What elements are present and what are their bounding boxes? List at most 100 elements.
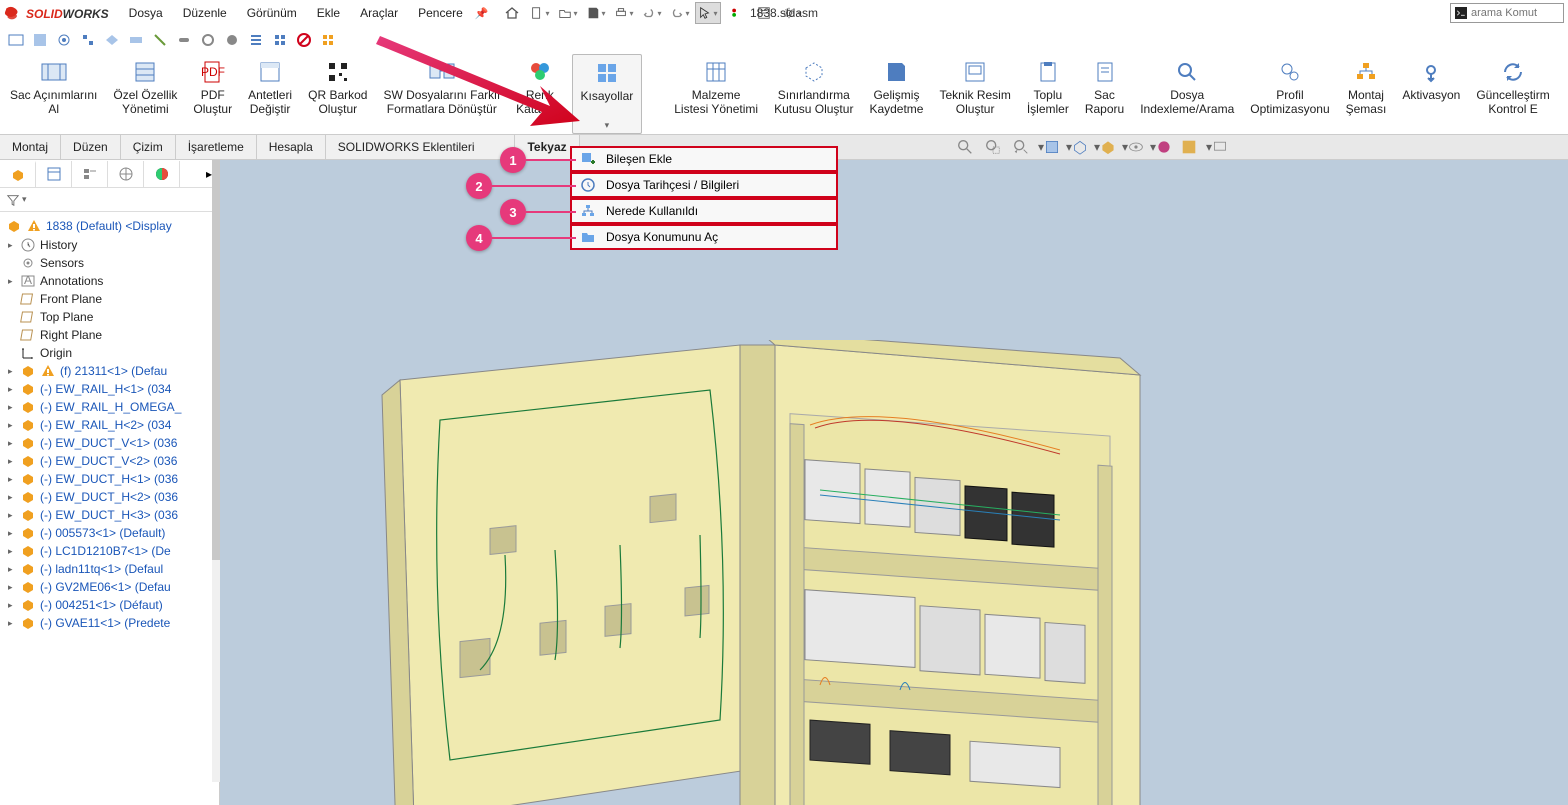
dd-dosya-tarihcsesi[interactable]: Dosya Tarihçesi / Bilgileri bbox=[570, 172, 838, 198]
tb-icon-5[interactable] bbox=[102, 30, 122, 50]
tree-component[interactable]: ▸(-) EW_DUCT_H<2> (036 bbox=[6, 488, 215, 506]
new-button[interactable] bbox=[527, 2, 553, 24]
ribbon-aktivasyon[interactable]: Aktivasyon bbox=[1394, 54, 1468, 134]
tree-component[interactable]: ▸(-) EW_DUCT_H<3> (036 bbox=[6, 506, 215, 524]
ribbon-guncelleme[interactable]: Güncelleştirm Kontrol E bbox=[1468, 54, 1557, 134]
menu-view[interactable]: Görünüm bbox=[237, 2, 307, 24]
ribbon-profil[interactable]: Profil Optimizasyonu bbox=[1242, 54, 1337, 134]
ribbon-montaj-sema[interactable]: Montaj Şeması bbox=[1338, 54, 1395, 134]
3d-viewport[interactable] bbox=[220, 160, 1568, 805]
ribbon-kisayollar[interactable]: Kısayollar▾ bbox=[572, 54, 643, 134]
select-button[interactable] bbox=[695, 2, 721, 24]
menu-edit[interactable]: Düzenle bbox=[173, 2, 237, 24]
tree-origin[interactable]: Origin bbox=[6, 344, 215, 362]
hide-show-icon[interactable]: ▾ bbox=[1122, 136, 1144, 158]
ribbon-teknik[interactable]: Teknik Resim Oluştur bbox=[931, 54, 1018, 134]
search-box[interactable] bbox=[1450, 3, 1564, 23]
tab-hesapla[interactable]: Hesapla bbox=[257, 135, 326, 159]
display-tab[interactable] bbox=[144, 161, 180, 187]
prev-view-icon[interactable] bbox=[1010, 136, 1032, 158]
tree-front-plane[interactable]: Front Plane bbox=[6, 290, 215, 308]
menu-window[interactable]: Pencere bbox=[408, 2, 473, 24]
save-button[interactable] bbox=[583, 2, 609, 24]
tb-icon-6[interactable] bbox=[126, 30, 146, 50]
property-tab[interactable] bbox=[36, 161, 72, 187]
ribbon-renk[interactable]: Renk Kataloğu bbox=[508, 54, 571, 134]
tab-montaj[interactable]: Montaj bbox=[0, 135, 61, 159]
tb-icon-1[interactable] bbox=[6, 30, 26, 50]
viewport-icon[interactable]: ▾ bbox=[1206, 136, 1228, 158]
print-button[interactable] bbox=[611, 2, 637, 24]
tab-isaretleme[interactable]: İşaretleme bbox=[176, 135, 257, 159]
pin-icon[interactable]: 📌 bbox=[475, 7, 489, 20]
tree-component[interactable]: ▸(-) EW_DUCT_V<2> (036 bbox=[6, 452, 215, 470]
tb-icon-12[interactable] bbox=[270, 30, 290, 50]
open-button[interactable] bbox=[555, 2, 581, 24]
ribbon-sac-acinim[interactable]: Sac Açınımlarını Al bbox=[2, 54, 105, 134]
tree-right-plane[interactable]: Right Plane bbox=[6, 326, 215, 344]
menu-file[interactable]: Dosya bbox=[119, 2, 173, 24]
tb-icon-13[interactable] bbox=[294, 30, 314, 50]
ribbon-antet[interactable]: Antetleri Değiştir bbox=[240, 54, 300, 134]
tb-icon-10[interactable] bbox=[222, 30, 242, 50]
ribbon-toplu[interactable]: Toplu İşlemler bbox=[1019, 54, 1077, 134]
traffic-light-icon[interactable] bbox=[723, 2, 749, 24]
tb-icon-7[interactable] bbox=[150, 30, 170, 50]
ribbon-gelismis[interactable]: Gelişmiş Kaydetme bbox=[861, 54, 931, 134]
feature-tree-tab[interactable] bbox=[0, 161, 36, 187]
redo-button[interactable] bbox=[667, 2, 693, 24]
config-tab[interactable] bbox=[72, 161, 108, 187]
tree-component[interactable]: ▸(-) EW_DUCT_H<1> (036 bbox=[6, 470, 215, 488]
tree-annotations[interactable]: ▸AAnnotations bbox=[6, 272, 215, 290]
tb-icon-4[interactable] bbox=[78, 30, 98, 50]
appearance-icon[interactable]: ▾ bbox=[1150, 136, 1172, 158]
view-orient-icon[interactable]: ▾ bbox=[1066, 136, 1088, 158]
zoom-area-icon[interactable] bbox=[982, 136, 1004, 158]
ribbon-ozel-ozellik[interactable]: Özel Özellik Yönetimi bbox=[105, 54, 185, 134]
tree-component[interactable]: ▸(-) 004251<1> (Défaut) bbox=[6, 596, 215, 614]
tree-history[interactable]: ▸History bbox=[6, 236, 215, 254]
section-icon[interactable]: ▾ bbox=[1038, 136, 1060, 158]
tb-icon-8[interactable] bbox=[174, 30, 194, 50]
ribbon-qr[interactable]: QR Barkod Oluştur bbox=[300, 54, 375, 134]
tree-component[interactable]: ▸(-) GV2ME06<1> (Defau bbox=[6, 578, 215, 596]
menu-tools[interactable]: Araçlar bbox=[350, 2, 408, 24]
tab-duzen[interactable]: Düzen bbox=[61, 135, 121, 159]
tb-icon-9[interactable] bbox=[198, 30, 218, 50]
tb-icon-14[interactable] bbox=[318, 30, 338, 50]
dd-dosya-konumu[interactable]: Dosya Konumunu Aç bbox=[570, 224, 838, 250]
display-style-icon[interactable]: ▾ bbox=[1094, 136, 1116, 158]
search-input[interactable] bbox=[1471, 7, 1559, 19]
tree-component[interactable]: ▸(-) 005573<1> (Default) bbox=[6, 524, 215, 542]
tab-cizim[interactable]: Çizim bbox=[121, 135, 176, 159]
undo-button[interactable] bbox=[639, 2, 665, 24]
ribbon-sinirlandirma[interactable]: Sınırlandırma Kutusu Oluştur bbox=[766, 54, 861, 134]
dd-nerede-kullanildi[interactable]: Nerede Kullanıldı bbox=[570, 198, 838, 224]
ribbon-sac-raporu[interactable]: Sac Raporu bbox=[1077, 54, 1132, 134]
tree-component[interactable]: ▸(-) EW_RAIL_H<1> (034 bbox=[6, 380, 215, 398]
menu-insert[interactable]: Ekle bbox=[307, 2, 350, 24]
tree-component[interactable]: ▸(-) EW_RAIL_H<2> (034 bbox=[6, 416, 215, 434]
tree-component[interactable]: ▸(f) 21311<1> (Defau bbox=[6, 362, 215, 380]
dimxpert-tab[interactable] bbox=[108, 161, 144, 187]
ribbon-malzeme[interactable]: Malzeme Listesi Yönetimi bbox=[666, 54, 766, 134]
tree-sensors[interactable]: Sensors bbox=[6, 254, 215, 272]
scene-icon[interactable] bbox=[1178, 136, 1200, 158]
ribbon-pdf[interactable]: PDFPDF Oluştur bbox=[185, 54, 240, 134]
tree-component[interactable]: ▸(-) EW_RAIL_H_OMEGA_ bbox=[6, 398, 215, 416]
tb-icon-3[interactable] bbox=[54, 30, 74, 50]
tree-root-item[interactable]: 1838 (Default) <Display bbox=[4, 216, 215, 236]
tb-icon-2[interactable] bbox=[30, 30, 50, 50]
tab-eklentiler[interactable]: SOLIDWORKS Eklentileri bbox=[326, 135, 516, 159]
filter-row[interactable]: ▾ bbox=[0, 188, 219, 212]
tb-icon-11[interactable] bbox=[246, 30, 266, 50]
ribbon-sw-dosya[interactable]: SW Dosyalarını Farklı Formatlara Dönüştü… bbox=[375, 54, 508, 134]
zoom-fit-icon[interactable] bbox=[954, 136, 976, 158]
home-button[interactable] bbox=[499, 2, 525, 24]
dd-bilesen-ekle[interactable]: Bileşen Ekle bbox=[570, 146, 838, 172]
tree-component[interactable]: ▸(-) GVAE11<1> (Predete bbox=[6, 614, 215, 632]
tree-component[interactable]: ▸(-) LC1D1210B7<1> (De bbox=[6, 542, 215, 560]
tree-component[interactable]: ▸(-) EW_DUCT_V<1> (036 bbox=[6, 434, 215, 452]
tree-component[interactable]: ▸(-) ladn11tq<1> (Defaul bbox=[6, 560, 215, 578]
ribbon-indexleme[interactable]: Dosya Indexleme/Arama bbox=[1132, 54, 1242, 134]
